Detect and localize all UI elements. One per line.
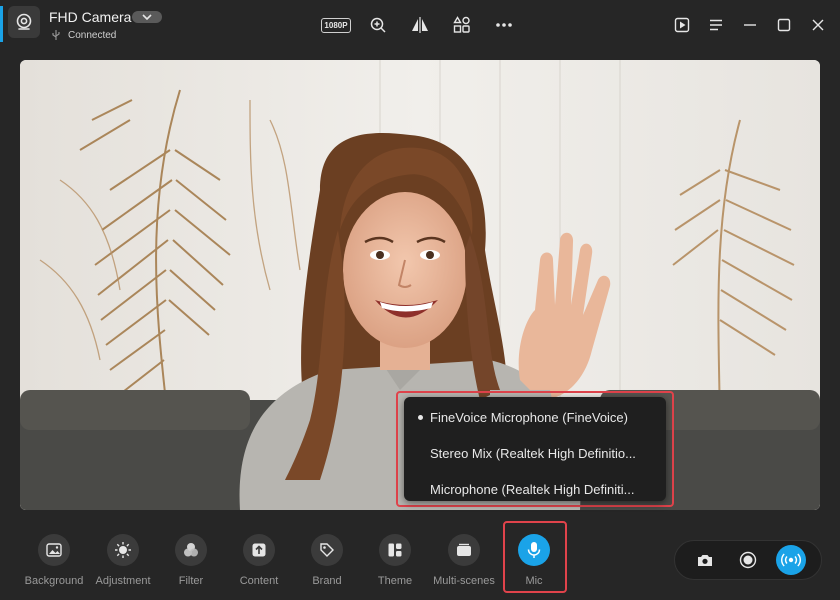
zoom-button[interactable] — [362, 12, 394, 38]
content-tool[interactable]: Content — [224, 534, 294, 594]
resolution-badge: 1080P — [321, 17, 351, 33]
widgets-icon — [453, 16, 470, 33]
tool-label: Adjustment — [95, 575, 151, 587]
brand-tool[interactable]: Brand — [292, 534, 362, 594]
minimize-button[interactable] — [736, 12, 764, 38]
minimize-icon — [744, 24, 756, 26]
mic-option-finevoice[interactable]: FineVoice Microphone (FineVoice) — [404, 399, 666, 435]
theme-tool[interactable]: Theme — [360, 534, 430, 594]
more-horizontal-icon — [496, 23, 512, 27]
record-button[interactable] — [733, 545, 763, 575]
maximize-icon — [777, 18, 791, 32]
tool-label: Filter — [178, 575, 204, 587]
menu-icon — [710, 19, 722, 31]
menu-button[interactable] — [702, 12, 730, 38]
mic-dropdown-highlight: FineVoice Microphone (FineVoice) Stereo … — [396, 391, 674, 507]
tool-label: Brand — [312, 575, 342, 587]
tag-icon — [311, 534, 343, 566]
tool-label: Multi-scenes — [433, 575, 495, 587]
mic-tool-highlight — [503, 521, 567, 593]
close-icon — [812, 19, 824, 31]
connection-status: Connected — [68, 30, 117, 41]
background-tool[interactable]: Background — [19, 534, 89, 594]
image-icon — [38, 534, 70, 566]
mic-option-label: Stereo Mix (Realtek High Definitio... — [430, 445, 636, 461]
mic-option-realtek[interactable]: Microphone (Realtek High Definiti... — [404, 471, 666, 507]
record-icon — [739, 551, 757, 569]
maximize-button[interactable] — [770, 12, 798, 38]
tool-label: Theme — [377, 575, 413, 587]
webcam-icon[interactable] — [8, 6, 40, 38]
usb-icon — [52, 30, 60, 40]
media-button[interactable] — [668, 12, 696, 38]
chevron-down-icon — [142, 14, 152, 20]
mirror-button[interactable] — [404, 12, 436, 38]
camera-select-button[interactable] — [132, 11, 162, 23]
scenes-icon — [448, 534, 480, 566]
broadcast-icon — [781, 553, 802, 567]
camera-icon — [697, 555, 712, 566]
mirror-flip-icon — [412, 17, 428, 33]
adjustment-tool[interactable]: Adjustment — [88, 534, 158, 594]
filter-circles-icon — [175, 534, 207, 566]
tool-label: Content — [239, 575, 279, 587]
window-controls — [668, 12, 832, 38]
close-button[interactable] — [804, 12, 832, 38]
title-bar: FHD Camera Connected 1080P — [0, 0, 840, 50]
layout-icon — [379, 534, 411, 566]
widgets-button[interactable] — [446, 12, 478, 38]
resolution-button[interactable]: 1080P — [320, 12, 352, 38]
active-indicator — [0, 6, 3, 42]
brightness-icon — [107, 534, 139, 566]
selected-dot-icon — [418, 415, 423, 420]
multi-scenes-tool[interactable]: Multi-scenes — [429, 534, 499, 594]
play-icon — [674, 17, 690, 33]
zoom-in-icon — [370, 17, 386, 33]
tool-label: Background — [24, 575, 84, 587]
mic-option-label: FineVoice Microphone (FineVoice) — [430, 409, 628, 425]
live-stream-button[interactable] — [776, 545, 807, 575]
top-toolbar: 1080P — [320, 12, 520, 38]
mic-option-stereo-mix[interactable]: Stereo Mix (Realtek High Definitio... — [404, 435, 666, 471]
mic-device-menu: FineVoice Microphone (FineVoice) Stereo … — [404, 397, 666, 501]
filter-tool[interactable]: Filter — [156, 534, 226, 594]
camera-name: FHD Camera — [49, 9, 132, 25]
snapshot-button[interactable] — [690, 545, 720, 575]
capture-controls — [674, 540, 822, 580]
upload-icon — [243, 534, 275, 566]
more-button[interactable] — [488, 12, 520, 38]
mic-option-label: Microphone (Realtek High Definiti... — [430, 481, 635, 497]
